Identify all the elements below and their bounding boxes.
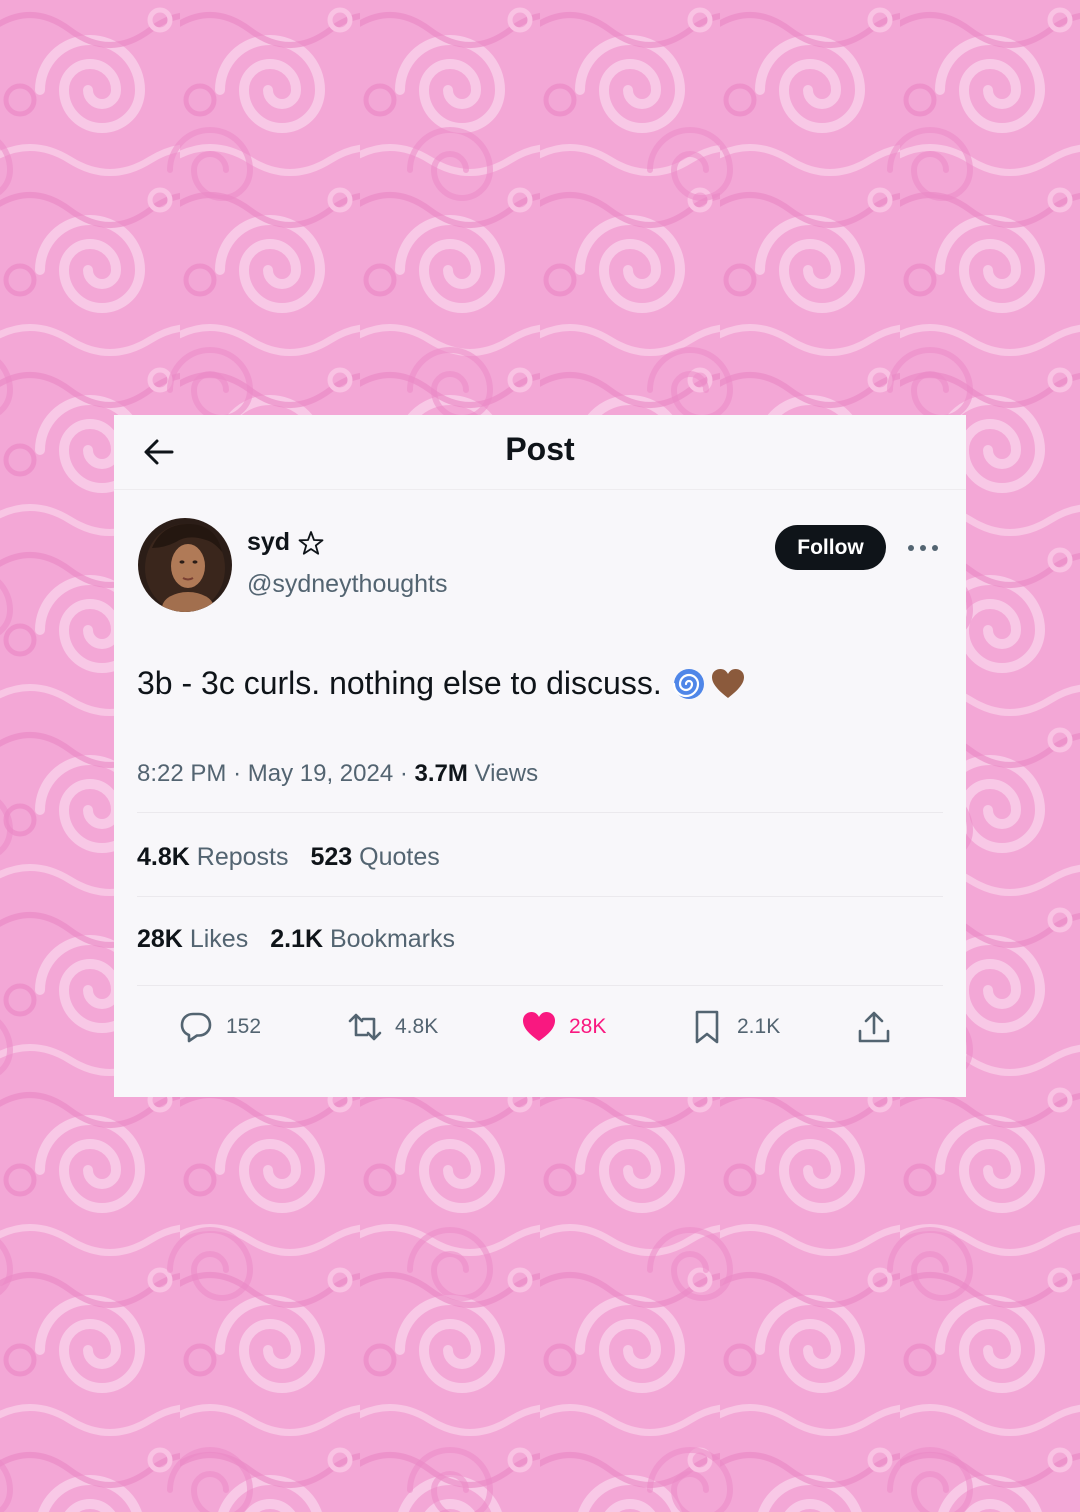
divider — [137, 812, 943, 813]
post-meta: 8:22 PM · May 19, 2024 · 3.7M Views — [137, 760, 538, 788]
post-card: Post syd @sydneythoughts Follow 3b - 3c … — [114, 415, 966, 1097]
stats-row-reposts: 4.8K Reposts 523 Quotes — [137, 843, 440, 872]
likes-stat[interactable]: 28K Likes — [137, 925, 248, 953]
reposts-stat[interactable]: 4.8K Reposts — [137, 843, 288, 871]
share-button[interactable] — [856, 1007, 892, 1047]
views-label: Views — [474, 760, 539, 787]
more-options-icon[interactable] — [906, 541, 940, 555]
meta-separator: · — [233, 760, 248, 787]
bookmark-button[interactable]: 2.1K — [689, 1007, 780, 1047]
follow-button[interactable]: Follow — [775, 525, 886, 570]
reply-button[interactable]: 152 — [178, 1007, 261, 1047]
bookmarks-stat[interactable]: 2.1K Bookmarks — [270, 925, 455, 953]
tweet-text: 3b - 3c curls. nothing else to discuss. — [137, 665, 745, 702]
avatar[interactable] — [138, 518, 232, 612]
author-handle[interactable]: @sydneythoughts — [247, 570, 448, 599]
star-icon — [298, 531, 324, 555]
quotes-stat[interactable]: 523 Quotes — [310, 843, 439, 871]
author-name[interactable]: syd — [247, 528, 290, 557]
likes-count: 28K — [137, 925, 183, 953]
reply-icon — [180, 1012, 212, 1043]
repost-count: 4.8K — [395, 1015, 439, 1038]
like-count: 28K — [569, 1015, 607, 1038]
stats-row-likes: 28K Likes 2.1K Bookmarks — [137, 925, 455, 954]
meta-separator: · — [399, 760, 415, 787]
reply-count: 152 — [226, 1015, 262, 1038]
brown-heart-emoji-icon — [711, 668, 744, 698]
like-button[interactable]: 28K — [521, 1007, 606, 1047]
bookmark-count: 2.1K — [737, 1015, 781, 1038]
divider — [137, 985, 943, 986]
page-title: Post — [505, 431, 575, 467]
repost-icon — [348, 1013, 382, 1041]
reposts-label: Reposts — [196, 843, 289, 871]
bookmarks-label: Bookmarks — [329, 925, 456, 953]
bookmark-icon — [695, 1010, 719, 1044]
likes-label: Likes — [189, 925, 249, 953]
quotes-count: 523 — [310, 843, 353, 871]
post-date: May 19, 2024 — [247, 760, 394, 787]
quotes-label: Quotes — [359, 843, 440, 871]
action-bar: 152 4.8K 28K 2.1K — [114, 1007, 966, 1047]
cyclone-emoji-icon — [672, 668, 704, 699]
heart-filled-icon — [523, 1012, 555, 1041]
tweet-body: 3b - 3c curls. nothing else to discuss. — [137, 665, 662, 701]
post-header: Post — [114, 415, 966, 490]
repost-button[interactable]: 4.8K — [347, 1007, 438, 1047]
views-count: 3.7M — [414, 760, 468, 787]
divider — [137, 896, 943, 897]
reposts-count: 4.8K — [137, 843, 190, 871]
post-time: 8:22 PM — [137, 760, 227, 787]
bookmarks-count: 2.1K — [270, 925, 324, 953]
share-icon — [858, 1011, 890, 1043]
